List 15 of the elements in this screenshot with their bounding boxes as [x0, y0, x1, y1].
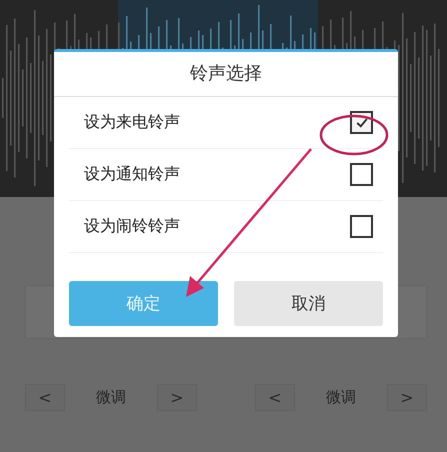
option-label: 设为闹铃铃声 — [84, 216, 180, 237]
checkbox[interactable] — [350, 163, 373, 186]
confirm-button[interactable]: 确定 — [69, 281, 218, 326]
option-label: 设为来电铃声 — [84, 112, 180, 133]
previous-button[interactable]: < — [25, 384, 65, 411]
dialog-title: 铃声选择 — [54, 52, 398, 97]
option-label: 设为通知铃声 — [84, 164, 180, 185]
next-button[interactable]: > — [387, 384, 427, 411]
previous-button[interactable]: < — [255, 384, 295, 411]
annotation-circle — [320, 114, 388, 156]
fine-tune-label: 微调 — [96, 388, 126, 407]
next-button[interactable]: > — [157, 384, 197, 411]
fine-tune-label: 微调 — [326, 388, 356, 407]
checkbox[interactable] — [350, 215, 373, 238]
cancel-button[interactable]: 取消 — [234, 281, 383, 326]
